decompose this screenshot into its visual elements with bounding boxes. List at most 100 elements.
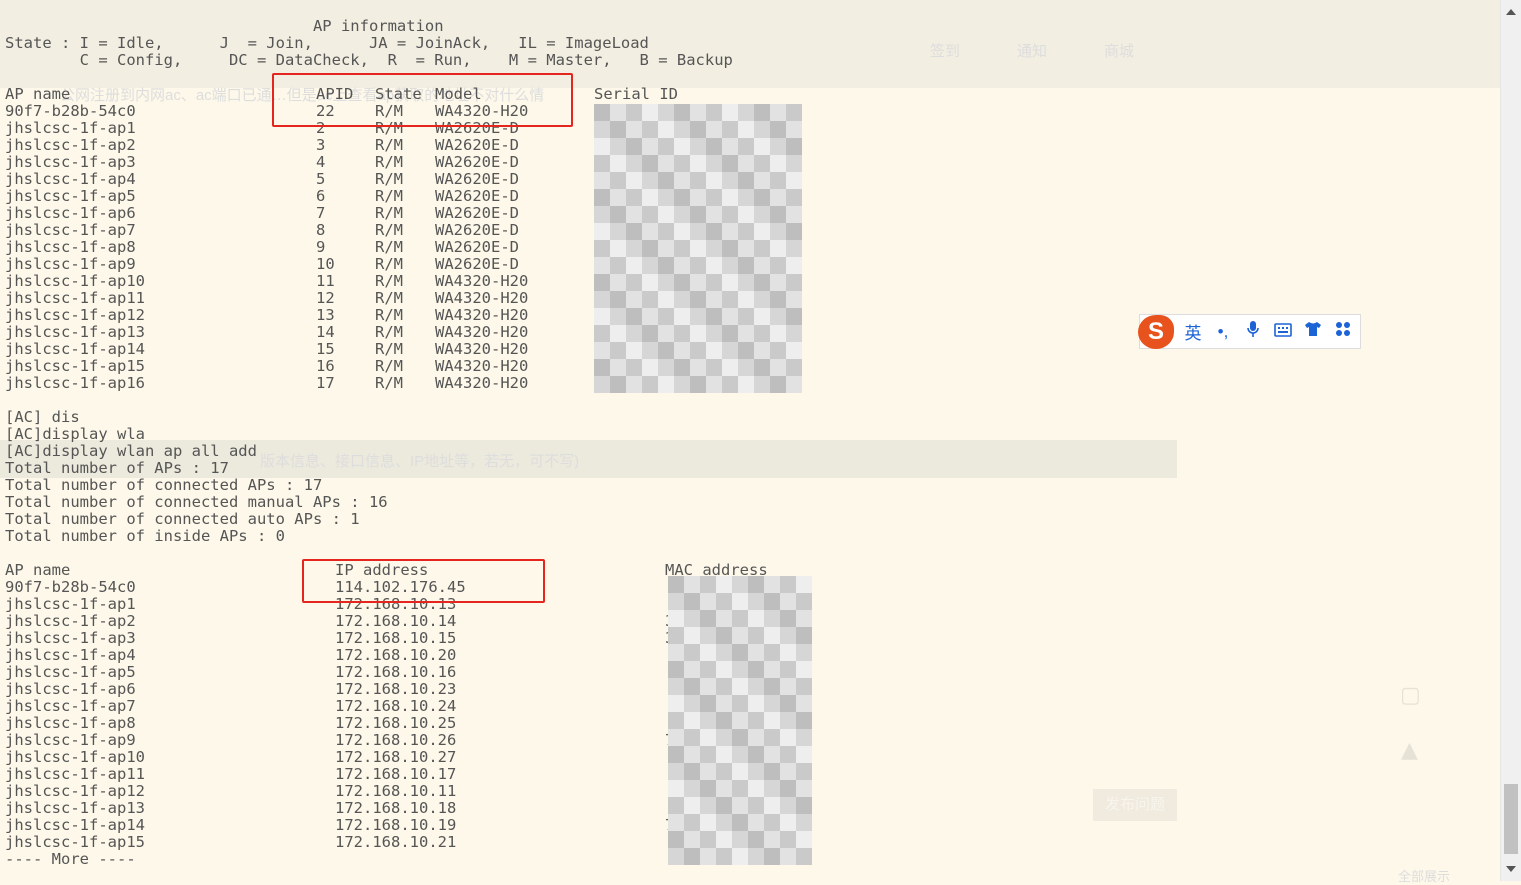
blur-pixel xyxy=(658,206,674,223)
blur-pixel xyxy=(764,678,780,695)
ap-model: WA2620E-D xyxy=(435,204,519,222)
blur-pixel xyxy=(732,780,748,797)
blur-pixel xyxy=(748,576,764,593)
punctuation-toggle[interactable]: •, xyxy=(1208,322,1238,342)
blur-pixel xyxy=(610,206,626,223)
blur-pixel xyxy=(738,155,754,172)
scroll-up-arrow-icon[interactable] xyxy=(1506,9,1516,15)
terminal-view[interactable]: 公网注册到内网ac、ac端口已通…但是ac上查看ap获取的地址不对什么情 版本信息… xyxy=(0,0,1500,881)
blur-pixel xyxy=(732,593,748,610)
blur-pixel xyxy=(738,291,754,308)
blur-pixel xyxy=(748,831,764,848)
show-all-link[interactable]: 全部展示 xyxy=(1398,866,1450,885)
blur-pixel xyxy=(674,189,690,206)
blur-pixel xyxy=(738,359,754,376)
blur-pixel xyxy=(700,797,716,814)
toolbox-grid-icon[interactable] xyxy=(1328,321,1358,342)
blur-pixel xyxy=(786,240,802,257)
blur-pixel xyxy=(594,240,610,257)
blur-pixel xyxy=(722,138,738,155)
blur-pixel xyxy=(786,104,802,121)
feedback-icon[interactable]: ▢ xyxy=(1400,683,1421,708)
back-to-top-icon[interactable]: ▲ xyxy=(1401,738,1418,763)
ap-model: WA2620E-D xyxy=(435,238,519,256)
blur-pixel xyxy=(642,376,658,393)
blur-pixel xyxy=(716,610,732,627)
blur-pixel xyxy=(770,240,786,257)
ap-state: R/M xyxy=(375,306,403,324)
blur-pixel xyxy=(754,172,770,189)
blur-pixel xyxy=(626,257,642,274)
blur-pixel xyxy=(658,274,674,291)
blur-pixel xyxy=(658,376,674,393)
blur-pixel xyxy=(732,814,748,831)
blur-pixel xyxy=(770,206,786,223)
ap-name: jhslcsc-1f-ap1 xyxy=(5,119,136,137)
blur-pixel xyxy=(674,376,690,393)
blur-pixel xyxy=(786,325,802,342)
blur-pixel xyxy=(786,308,802,325)
blur-pixel xyxy=(754,223,770,240)
blur-pixel xyxy=(716,780,732,797)
ap-ip-address: 172.168.10.25 xyxy=(335,714,457,732)
background-nav-item[interactable]: 签到 xyxy=(930,40,960,61)
blur-pixel xyxy=(684,848,700,865)
blur-pixel xyxy=(796,610,812,627)
background-nav-item[interactable]: 商城 xyxy=(1104,40,1134,61)
blur-pixel xyxy=(706,104,722,121)
blur-pixel xyxy=(642,342,658,359)
blur-pixel xyxy=(690,342,706,359)
blur-pixel xyxy=(738,121,754,138)
sogou-logo-icon[interactable]: S xyxy=(1138,314,1174,349)
blur-pixel xyxy=(668,678,684,695)
blur-pixel xyxy=(738,342,754,359)
blur-pixel xyxy=(706,291,722,308)
publish-question-button[interactable]: 发布问题 xyxy=(1093,789,1177,821)
blur-pixel xyxy=(684,610,700,627)
background-nav-item[interactable]: 通知 xyxy=(1017,40,1047,61)
blur-pixel xyxy=(748,610,764,627)
blur-pixel xyxy=(668,627,684,644)
blur-pixel xyxy=(668,797,684,814)
blur-pixel xyxy=(706,308,722,325)
ime-mode-toggle[interactable]: 英 xyxy=(1178,319,1208,344)
blur-pixel xyxy=(780,780,796,797)
blur-pixel xyxy=(706,240,722,257)
scroll-down-arrow-icon[interactable] xyxy=(1506,866,1516,872)
ap-name: jhslcsc-1f-ap1 xyxy=(5,595,136,613)
blur-pixel xyxy=(700,746,716,763)
blur-pixel xyxy=(770,359,786,376)
blur-pixel xyxy=(796,712,812,729)
blur-pixel xyxy=(716,746,732,763)
blur-pixel xyxy=(594,172,610,189)
blur-pixel xyxy=(658,189,674,206)
blur-pixel xyxy=(786,359,802,376)
ap-name: jhslcsc-1f-ap8 xyxy=(5,238,136,256)
skin-shirt-icon[interactable] xyxy=(1298,321,1328,342)
blur-pixel xyxy=(748,593,764,610)
serial-redaction xyxy=(594,104,802,393)
blur-pixel xyxy=(610,121,626,138)
blur-pixel xyxy=(764,746,780,763)
blur-pixel xyxy=(658,240,674,257)
ap-name: jhslcsc-1f-ap15 xyxy=(5,357,145,375)
ap-model: WA4320-H20 xyxy=(435,340,529,358)
blur-pixel xyxy=(764,763,780,780)
blur-pixel xyxy=(770,308,786,325)
blur-pixel xyxy=(780,593,796,610)
blur-pixel xyxy=(690,223,706,240)
scrollbar-thumb[interactable] xyxy=(1504,784,1518,854)
blur-pixel xyxy=(780,661,796,678)
vertical-scrollbar[interactable] xyxy=(1500,0,1521,881)
blur-pixel xyxy=(642,138,658,155)
ime-toolbar[interactable]: S 英 •, xyxy=(1138,314,1361,349)
blur-pixel xyxy=(706,155,722,172)
blur-pixel xyxy=(668,780,684,797)
blur-pixel xyxy=(780,848,796,865)
blur-pixel xyxy=(796,763,812,780)
ap-ip-address: 172.168.10.24 xyxy=(335,697,457,715)
keyboard-icon[interactable] xyxy=(1268,322,1298,342)
blur-pixel xyxy=(690,206,706,223)
ap-id: 15 xyxy=(316,340,335,358)
microphone-icon[interactable] xyxy=(1238,320,1268,343)
